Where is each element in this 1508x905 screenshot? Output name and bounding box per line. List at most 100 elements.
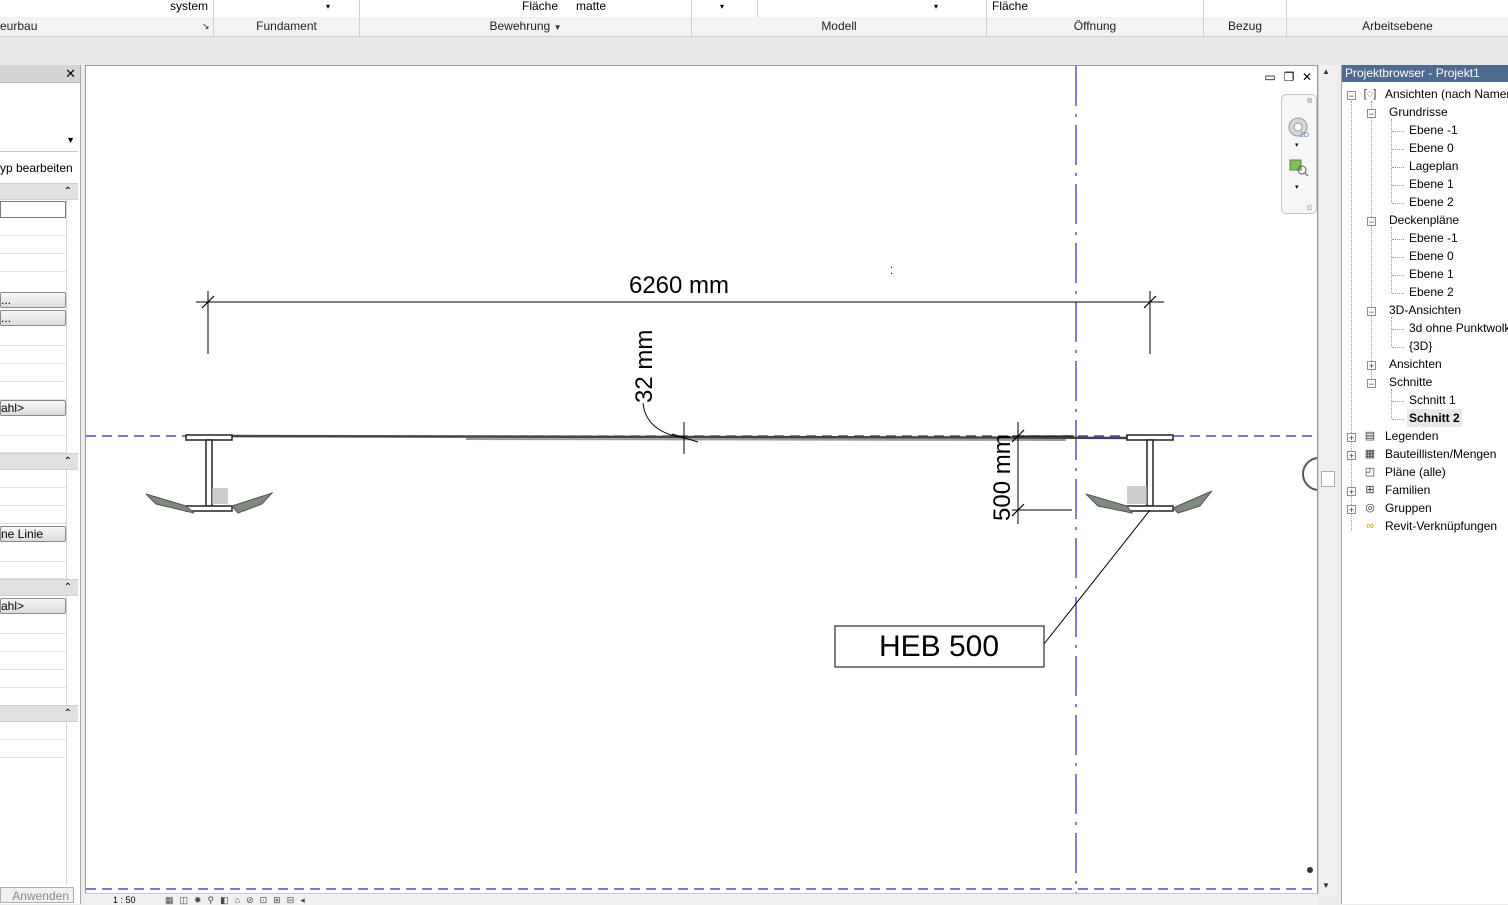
property-button[interactable]: ahl> [0,400,66,416]
minimize-icon[interactable]: ▭ [1263,70,1277,84]
tree-node-gruppen[interactable]: Gruppen [1385,499,1432,517]
tree-item-grundriss[interactable]: Ebene 2 [1409,193,1454,211]
tree-node-ansichten[interactable]: Ansichten [1389,355,1442,373]
expand-toggle-icon[interactable]: + [1367,361,1376,371]
collapse-toggle-icon[interactable]: − [1367,307,1376,317]
tree-node-plaene[interactable]: Pläne (alle) [1385,463,1446,481]
collapse-icon[interactable]: ⌃ [64,706,72,721]
property-row[interactable] [0,652,66,670]
expand-toggle-icon[interactable]: + [1347,451,1356,461]
scroll-up-icon[interactable]: ▲ [1322,67,1330,76]
collapse-icon[interactable]: ⌃ [64,184,72,199]
dialog-launcher-icon[interactable]: ↘ [202,17,210,36]
property-row[interactable] [0,506,66,524]
panel-modell[interactable]: Modell [692,17,986,36]
tree-item-deckenplan[interactable]: Ebene -1 [1409,229,1458,247]
section-header[interactable]: ⌃ [0,705,78,722]
section-header[interactable]: ⌃ [0,453,78,470]
tree-item-deckenplan[interactable]: Ebene 2 [1409,283,1454,301]
section-header[interactable]: ⌃ [0,183,78,200]
section-header[interactable]: ⌃ [0,579,78,596]
property-button[interactable]: ne Linie [0,526,66,542]
property-row[interactable] [0,435,66,453]
property-row[interactable] [0,236,66,254]
close-view-icon[interactable]: ✕ [1300,70,1314,84]
tree-item-grundriss[interactable]: Ebene -1 [1409,121,1458,139]
property-row[interactable] [0,328,66,346]
panel-oeffnung[interactable]: Öffnung [987,17,1203,36]
restore-icon[interactable]: ❐ [1282,70,1296,84]
2d-wheel-icon[interactable]: 2D [1287,115,1311,139]
tree-item-3d-view[interactable]: {3D} [1409,337,1432,355]
tree-node-schnitte[interactable]: Schnitte [1389,373,1432,391]
tree-node-deckenplaene[interactable]: Deckenpläne [1389,211,1459,229]
property-row[interactable] [0,488,66,506]
dropdown-arrow-icon[interactable]: ▾ [720,0,724,17]
property-row[interactable] [0,418,66,436]
tree-item-deckenplan[interactable]: Ebene 0 [1409,247,1454,265]
chevron-down-icon[interactable]: ▾ [1295,141,1299,149]
panel-bewehrung[interactable]: Bewehrung ▼ [360,17,691,36]
collapse-toggle-icon[interactable]: − [1367,217,1376,227]
close-icon[interactable]: ✕ [65,65,76,82]
property-button[interactable]: ... [0,292,66,308]
tree-item-schnitt[interactable]: Schnitt 1 [1409,391,1456,409]
tree-node-3d-ansichten[interactable]: 3D-Ansichten [1389,301,1461,319]
collapse-toggle-icon[interactable]: − [1367,379,1376,389]
property-row[interactable] [0,616,66,634]
chevron-down-icon[interactable]: ▾ [1295,183,1299,191]
scrollbar-thumb[interactable] [1321,471,1335,487]
tree-item-schnitt-selected[interactable]: Schnitt 2 [1407,409,1462,427]
expand-toggle-icon[interactable]: + [1347,487,1356,497]
options-icon[interactable]: ⊙ [1306,203,1313,212]
chevron-down-icon[interactable]: ▼ [554,23,562,32]
tree-node-bauteillisten[interactable]: Bauteillisten/Mengen [1385,445,1496,463]
scroll-down-icon[interactable]: ▼ [1322,881,1330,890]
tree-item-3d-view[interactable]: 3d ohne Punktwolk [1409,319,1508,337]
tree-node-grundrisse[interactable]: Grundrisse [1389,103,1448,121]
tree-node-revit-links[interactable]: Revit-Verknüpfungen [1385,517,1497,535]
expand-toggle-icon[interactable]: + [1347,433,1356,443]
property-row[interactable] [0,382,66,400]
edit-type-button[interactable]: yp bearbeiten [0,161,73,175]
tree-item-deckenplan[interactable]: Ebene 1 [1409,265,1454,283]
tree-node-legenden[interactable]: Legenden [1385,427,1438,445]
tree-item-grundriss[interactable]: Lageplan [1409,157,1458,175]
property-row[interactable] [0,740,66,758]
apply-button[interactable]: Anwenden [0,887,74,903]
dropdown-arrow-icon[interactable]: ▾ [326,0,330,17]
property-row[interactable] [0,254,66,272]
property-row[interactable] [0,470,66,488]
property-row[interactable] [0,346,66,364]
drawing-area[interactable]: 6260 mm 32 mm 500 mm HEB 500 ⁚ [85,65,1318,895]
system-field[interactable]: system [170,0,208,17]
property-button[interactable]: ahl> [0,598,66,614]
expand-toggle-icon[interactable]: + [1347,505,1356,515]
property-row[interactable] [0,634,66,652]
collapse-icon[interactable]: ⌃ [64,580,72,595]
panel-fundament[interactable]: Fundament [214,17,359,36]
panel-bezug[interactable]: Bezug [1204,17,1286,36]
property-row[interactable] [0,544,66,562]
matte-field[interactable]: matte [576,0,606,17]
chevron-down-icon[interactable]: ▼ [66,135,75,145]
property-row[interactable] [0,364,66,382]
tree-item-grundriss[interactable]: Ebene 1 [1409,175,1454,193]
property-row[interactable] [0,561,66,579]
zoom-icon[interactable] [1289,159,1309,177]
close-icon[interactable]: ⊗ [1306,96,1313,105]
property-row[interactable] [0,722,66,740]
property-row[interactable] [0,688,66,706]
property-row[interactable] [0,670,66,688]
tree-item-grundriss[interactable]: Ebene 0 [1409,139,1454,157]
panel-ingenieurbau[interactable]: eurbau ↘ [0,17,213,36]
collapse-toggle-icon[interactable]: − [1347,91,1356,101]
dropdown-arrow-icon[interactable]: ▾ [934,0,938,17]
collapse-toggle-icon[interactable]: − [1367,109,1376,119]
panel-arbeitsebene[interactable]: Arbeitsebene [1287,17,1508,36]
tree-node-ansichten-root[interactable]: Ansichten (nach Namen [1385,85,1508,103]
property-input[interactable] [0,201,66,218]
property-button[interactable]: ... [0,310,66,326]
type-selector[interactable]: ▼ [0,85,78,152]
collapse-icon[interactable]: ⌃ [64,454,72,469]
